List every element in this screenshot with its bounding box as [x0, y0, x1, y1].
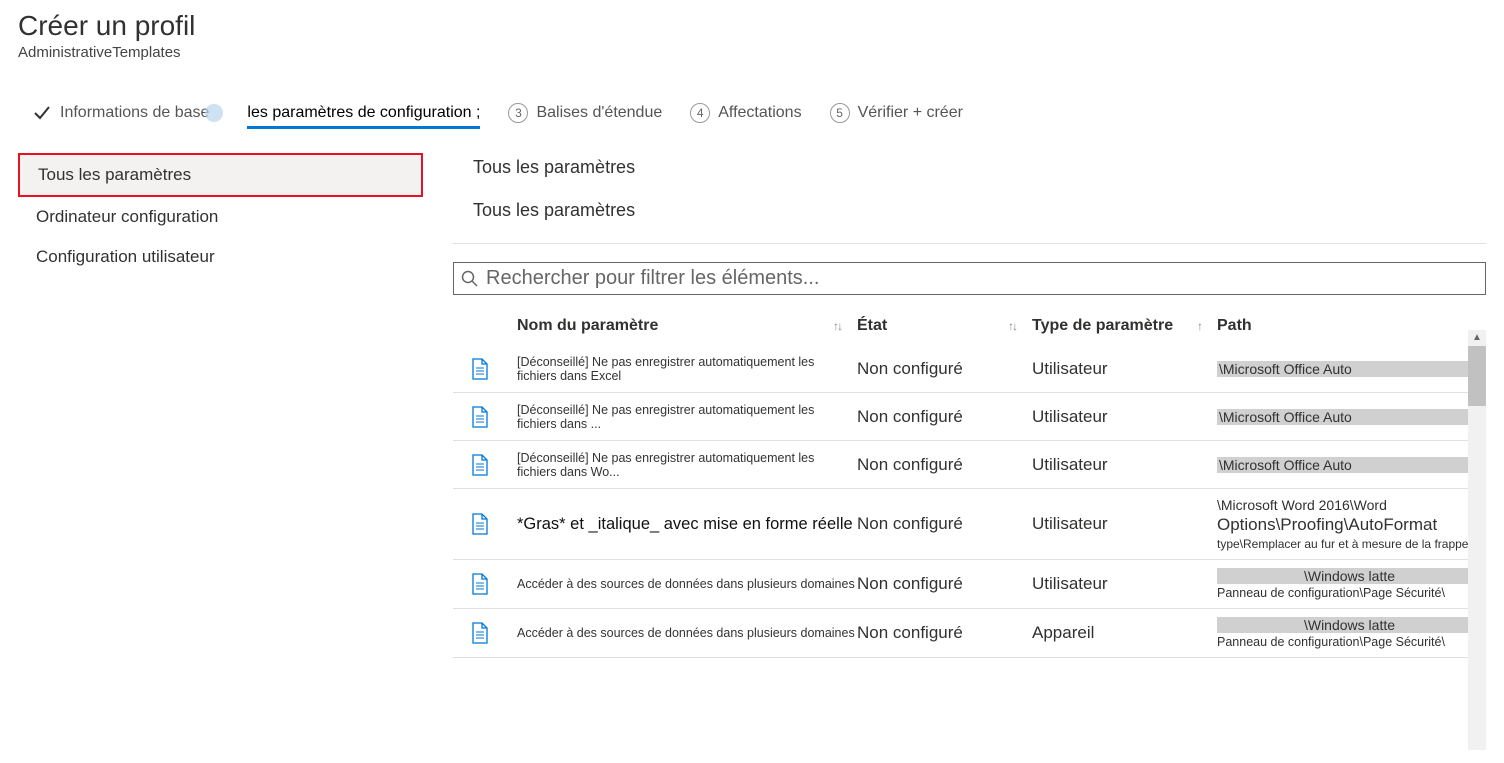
step-scope-tags[interactable]: 3 Balises d'étendue — [508, 103, 662, 123]
col-name[interactable]: Nom du paramètre — [517, 317, 658, 335]
step-basics[interactable]: Informations de base — [32, 103, 219, 123]
sidebar-item-computer-config[interactable]: Ordinateur configuration — [18, 197, 423, 237]
step-review-create[interactable]: 5 Vérifier + créer — [830, 103, 963, 123]
table-row[interactable]: [Déconseillé] Ne pas enregistrer automat… — [453, 393, 1486, 441]
sidebar-item-user-config[interactable]: Configuration utilisateur — [18, 237, 423, 277]
step-label: Balises d'étendue — [536, 104, 662, 122]
state-cell: Non configuré — [857, 455, 1032, 475]
divider — [453, 243, 1486, 244]
sidebar-item-all-settings[interactable]: Tous les paramètres — [18, 153, 423, 197]
state-cell: Non configuré — [857, 623, 1032, 643]
search-placeholder: Rechercher pour filtrer les éléments... — [486, 267, 819, 290]
path-cell: \Windows lattePanneau de configuration\P… — [1217, 568, 1482, 600]
state-cell: Non configuré — [857, 359, 1032, 379]
path-cell: \Microsoft Word 2016\WordOptions\Proofin… — [1217, 497, 1482, 551]
section-subheading: Tous les paramètres — [473, 200, 1486, 221]
sort-icon[interactable]: ↑↓ — [833, 319, 841, 333]
sort-icon[interactable]: ↑ — [1197, 319, 1201, 333]
path-cell: \Microsoft Office Auto — [1217, 409, 1482, 425]
settings-table: Nom du paramètre ↑↓ État ↑↓ Type de para… — [453, 307, 1486, 658]
path-cell: \Windows lattePanneau de configuration\P… — [1217, 617, 1482, 649]
table-row[interactable]: [Déconseillé] Ne pas enregistrer automat… — [453, 441, 1486, 489]
step-number: 3 — [508, 103, 528, 123]
sort-icon[interactable]: ↑↓ — [1008, 319, 1016, 333]
table-header: Nom du paramètre ↑↓ État ↑↓ Type de para… — [453, 307, 1486, 345]
step-label: Affectations — [718, 104, 801, 122]
col-type[interactable]: Type de paramètre — [1032, 317, 1173, 335]
search-icon — [460, 269, 480, 289]
step-assignments[interactable]: 4 Affectations — [690, 103, 801, 123]
setting-name-cell: [Déconseillé] Ne pas enregistrer automat… — [517, 355, 857, 383]
setting-name-cell: *Gras* et _italique_ avec mise en forme … — [517, 515, 857, 534]
step-label: les paramètres de configuration ; — [247, 104, 480, 129]
document-icon — [457, 573, 517, 595]
type-cell: Utilisateur — [1032, 455, 1217, 475]
type-cell: Appareil — [1032, 623, 1217, 643]
highlight-dot — [205, 104, 223, 122]
page-title: Créer un profil — [18, 10, 1486, 42]
col-state[interactable]: État — [857, 317, 887, 335]
setting-name-cell: Accéder à des sources de données dans pl… — [517, 577, 857, 591]
step-label: Vérifier + créer — [858, 104, 963, 122]
col-path[interactable]: Path — [1217, 317, 1252, 334]
scrollbar-thumb[interactable] — [1468, 346, 1486, 406]
document-icon — [457, 513, 517, 535]
table-row[interactable]: [Déconseillé] Ne pas enregistrer automat… — [453, 345, 1486, 393]
type-cell: Utilisateur — [1032, 407, 1217, 427]
scrollbar[interactable]: ▲ — [1468, 330, 1486, 750]
wizard-stepper: Informations de base les paramètres de c… — [18, 103, 1486, 123]
type-cell: Utilisateur — [1032, 574, 1217, 594]
state-cell: Non configuré — [857, 407, 1032, 427]
section-heading: Tous les paramètres — [473, 157, 1486, 178]
settings-category-sidebar: Tous les paramètres Ordinateur configura… — [18, 153, 423, 277]
path-cell: \Microsoft Office Auto — [1217, 361, 1482, 377]
scroll-up-icon[interactable]: ▲ — [1468, 330, 1486, 346]
search-input[interactable]: Rechercher pour filtrer les éléments... — [453, 262, 1486, 295]
table-row[interactable]: *Gras* et _italique_ avec mise en forme … — [453, 489, 1486, 560]
setting-name-cell: Accéder à des sources de données dans pl… — [517, 626, 857, 640]
document-icon — [457, 622, 517, 644]
step-number: 4 — [690, 103, 710, 123]
table-row[interactable]: Accéder à des sources de données dans pl… — [453, 560, 1486, 609]
step-number: 5 — [830, 103, 850, 123]
document-icon — [457, 454, 517, 476]
page-subtitle: AdministrativeTemplates — [18, 44, 1486, 61]
step-config-settings[interactable]: les paramètres de configuration ; — [247, 104, 480, 122]
document-icon — [457, 358, 517, 380]
type-cell: Utilisateur — [1032, 514, 1217, 534]
document-icon — [457, 406, 517, 428]
type-cell: Utilisateur — [1032, 359, 1217, 379]
path-cell: \Microsoft Office Auto — [1217, 457, 1482, 473]
check-icon — [32, 103, 52, 123]
step-label: Informations de base — [60, 104, 209, 122]
setting-name-cell: [Déconseillé] Ne pas enregistrer automat… — [517, 451, 857, 479]
table-row[interactable]: Accéder à des sources de données dans pl… — [453, 609, 1486, 658]
state-cell: Non configuré — [857, 574, 1032, 594]
setting-name-cell: [Déconseillé] Ne pas enregistrer automat… — [517, 403, 857, 431]
state-cell: Non configuré — [857, 514, 1032, 534]
